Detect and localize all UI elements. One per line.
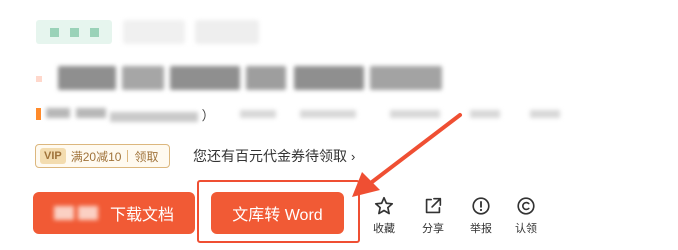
tag-pixel — [70, 28, 79, 37]
report-action[interactable]: 举报 — [464, 195, 498, 236]
favorite-action[interactable]: 收藏 — [367, 195, 401, 236]
annotation-highlight-box — [197, 180, 360, 243]
tag-redacted[interactable] — [123, 20, 185, 44]
download-document-button[interactable]: 下载文档 — [33, 192, 195, 234]
share-action[interactable]: 分享 — [416, 195, 450, 236]
coupon-claim-link[interactable]: 领取 — [134, 148, 158, 165]
document-title-redacted — [58, 62, 442, 94]
subtitle-redacted — [46, 106, 108, 120]
coupon-description: 满20减10 — [70, 149, 122, 164]
subtitle-meta-redacted — [240, 108, 560, 120]
voucher-text: 您还有百元代金券待领取 — [193, 148, 347, 164]
vip-badge: VIP — [40, 148, 66, 164]
favorite-label: 收藏 — [373, 223, 395, 235]
coupon-divider — [127, 150, 129, 162]
download-label: 下载文档 — [109, 207, 174, 224]
tag-pixel — [90, 28, 99, 37]
report-label: 举报 — [470, 223, 492, 235]
tag-redacted[interactable] — [195, 20, 259, 44]
category-tag[interactable] — [36, 20, 112, 44]
tag-pixel — [50, 28, 59, 37]
voucher-link[interactable]: 您还有百元代金券待领取 › — [193, 146, 355, 166]
report-icon — [472, 197, 490, 215]
title-bullet — [36, 76, 42, 82]
subtitle-text: ） — [110, 105, 215, 124]
claim-label: 认领 — [515, 223, 537, 235]
claim-action[interactable]: 认领 — [509, 195, 543, 236]
subtitle-caption: ） — [201, 108, 215, 123]
chevron-right-icon: › — [351, 149, 356, 164]
vip-coupon[interactable]: VIP 满20减10 领取 — [35, 144, 170, 168]
share-label: 分享 — [422, 223, 444, 235]
share-icon — [425, 197, 442, 214]
subtitle-bullet — [36, 108, 41, 120]
star-icon — [374, 196, 394, 215]
download-prefix-redacted — [53, 206, 98, 220]
copyright-icon — [517, 197, 535, 215]
subtitle-caption-redacted — [110, 111, 198, 122]
